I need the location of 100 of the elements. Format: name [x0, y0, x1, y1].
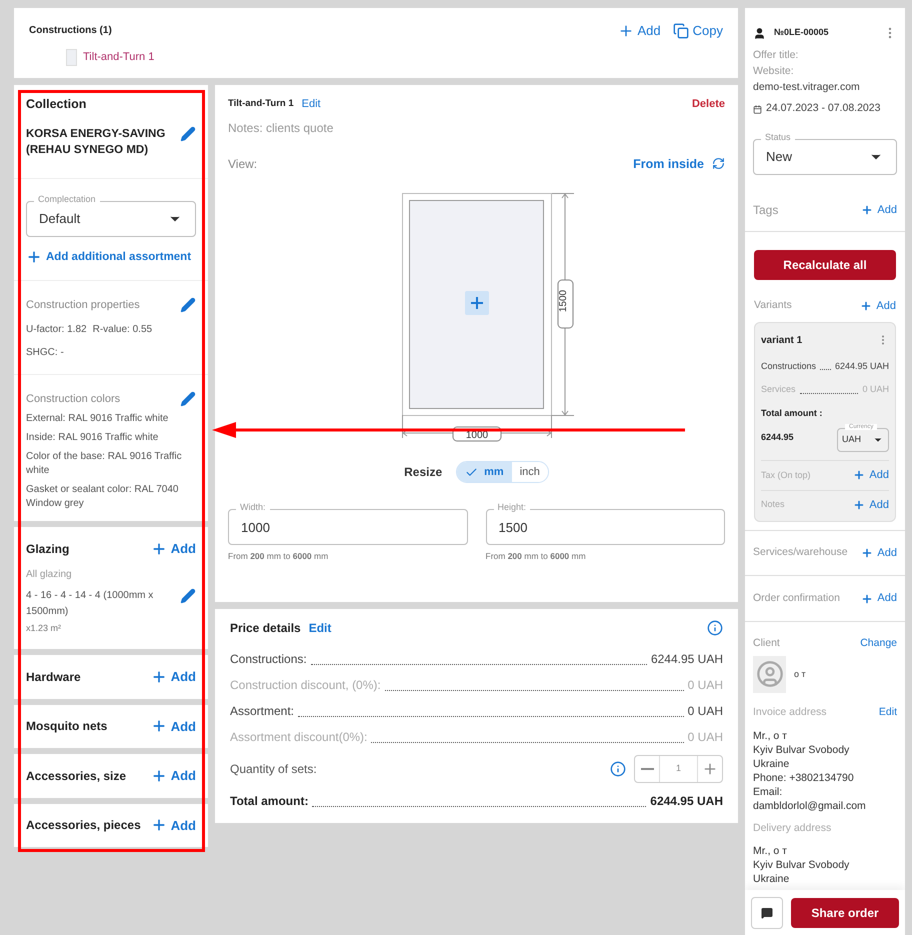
- unit-option[interactable]: mm: [457, 462, 512, 482]
- share-order-button[interactable]: Share order: [791, 898, 899, 928]
- plus-icon: [861, 547, 874, 559]
- edit-link[interactable]: Edit: [302, 96, 321, 112]
- constructions-title: Constructions (1): [29, 24, 112, 38]
- variants-label: Variants: [754, 298, 792, 314]
- add-link[interactable]: Add: [150, 539, 196, 558]
- tax-label: Tax (On top): [761, 468, 811, 482]
- add-link[interactable]: Add: [861, 544, 897, 562]
- field-label: Complectation: [34, 194, 100, 204]
- construction-name: Tilt-and-Turn 1: [228, 97, 294, 112]
- plus-icon: [861, 204, 874, 216]
- invoice-label: Invoice address: [753, 704, 827, 720]
- price-value: 0 UAH: [862, 383, 889, 396]
- user-icon: [756, 660, 784, 688]
- edit-link[interactable]: Edit: [878, 704, 897, 720]
- add-link[interactable]: Add: [150, 816, 196, 835]
- address-line: Ukraine: [753, 872, 790, 886]
- plus-icon: [150, 718, 167, 734]
- price-label: Assortment discount(0%):: [230, 729, 368, 746]
- user-icon: [753, 26, 766, 40]
- copy-icon: [672, 22, 689, 39]
- field-label: Width:: [236, 503, 270, 512]
- add-link[interactable]: Add: [860, 298, 896, 314]
- section-title: Mosquito nets: [26, 718, 108, 736]
- edit-icon[interactable]: [180, 297, 196, 314]
- field-label: Height:: [494, 503, 530, 512]
- section-title: Accessories, size: [26, 768, 126, 785]
- property-text: SHGC: -: [26, 346, 64, 360]
- add-link[interactable]: Add: [853, 496, 889, 513]
- field-label: Status: [761, 133, 795, 142]
- price-value: 0 UAH: [688, 677, 723, 694]
- plus-icon: [702, 761, 718, 777]
- edit-icon[interactable]: [180, 390, 196, 407]
- chat-button[interactable]: [751, 896, 783, 928]
- window-thumbnail-icon: [66, 48, 77, 66]
- order-number: №0LE-00005: [774, 26, 829, 40]
- view-toggle[interactable]: From inside: [633, 154, 725, 174]
- quantity-value[interactable]: 1: [660, 756, 697, 782]
- total-label: Total amount :: [761, 406, 824, 420]
- add-link[interactable]: Add: [618, 21, 661, 40]
- address-line: Ukraine: [753, 756, 790, 770]
- property-text: U-factor: 1.82: [26, 322, 87, 336]
- add-link[interactable]: Add: [150, 667, 196, 686]
- add-link[interactable]: Add: [150, 716, 196, 736]
- add-link[interactable]: Add: [853, 467, 889, 484]
- variant-name: variant 1: [761, 334, 802, 348]
- add-assortment-link[interactable]: Add additional assortment: [26, 248, 196, 266]
- offer-title-label: Offer title:: [753, 48, 800, 63]
- edit-icon[interactable]: [180, 126, 196, 142]
- price-value: 0 UAH: [688, 729, 723, 746]
- color-text: Color of the base: RAL 9016 Traffic white: [26, 450, 183, 478]
- services-label: Services/warehouse: [753, 545, 848, 560]
- plus-icon: [618, 22, 634, 39]
- minus-icon: [640, 768, 654, 770]
- address-line: Phone: +3802134790: [753, 770, 855, 784]
- section-title: Glazing: [26, 540, 70, 558]
- price-label: Constructions: [761, 360, 816, 372]
- delivery-label: Delivery address: [753, 820, 832, 836]
- date-range: 24.07.2023 - 07.08.2023: [766, 101, 880, 116]
- field-value: UAH: [842, 433, 862, 446]
- calendar-icon: [753, 104, 762, 114]
- notes-text: Notes: clients quote: [228, 120, 334, 136]
- total-value: 6244.95: [761, 431, 794, 444]
- glazing-subtitle: All glazing: [26, 568, 73, 582]
- color-text: Gasket or sealant color: RAL 7040 Window grey: [26, 483, 180, 511]
- price-value: 6244.95 UAH: [834, 360, 889, 372]
- recalculate-button[interactable]: Recalculate all: [754, 250, 896, 280]
- resize-label: Resize: [404, 464, 442, 482]
- view-label: View:: [228, 156, 258, 173]
- confirmation-label: Order confirmation: [753, 590, 840, 606]
- client-label: Client: [753, 636, 780, 651]
- chat-icon: [761, 906, 773, 918]
- construction-item[interactable]: Tilt-and-Turn 1: [66, 48, 723, 66]
- plus-icon: [150, 668, 167, 685]
- edit-link[interactable]: Edit: [308, 619, 332, 637]
- edit-icon[interactable]: [180, 588, 196, 604]
- field-value: 1000: [241, 518, 270, 536]
- add-link[interactable]: Add: [861, 202, 897, 218]
- plus-icon: [861, 592, 874, 604]
- plus-icon: [26, 249, 42, 266]
- color-text: Inside: RAL 9016 Traffic white: [26, 431, 160, 445]
- section-title: Hardware: [26, 668, 81, 686]
- range-hint: From 200 mm to 6000 mm: [486, 550, 587, 563]
- add-sash-button[interactable]: [464, 291, 488, 316]
- website-text: demo-test.vitrager.com: [753, 80, 861, 94]
- glazing-text: 4 - 16 - 4 - 14 - 4 (1000mm x 1500mm): [26, 588, 154, 618]
- delete-link[interactable]: Delete: [692, 96, 725, 112]
- add-link[interactable]: Add: [861, 590, 897, 607]
- field-value: 1500: [498, 518, 528, 536]
- info-icon[interactable]: [707, 620, 723, 636]
- copy-link[interactable]: Copy: [672, 21, 723, 40]
- tags-label: Tags: [753, 202, 778, 219]
- add-link[interactable]: Add: [150, 766, 196, 786]
- price-label: Total amount:: [230, 793, 308, 810]
- price-title: Price details: [230, 620, 301, 637]
- info-icon[interactable]: [610, 761, 626, 777]
- plus-icon: [150, 768, 167, 784]
- change-link[interactable]: Change: [860, 636, 897, 652]
- plus-icon: [150, 540, 167, 557]
